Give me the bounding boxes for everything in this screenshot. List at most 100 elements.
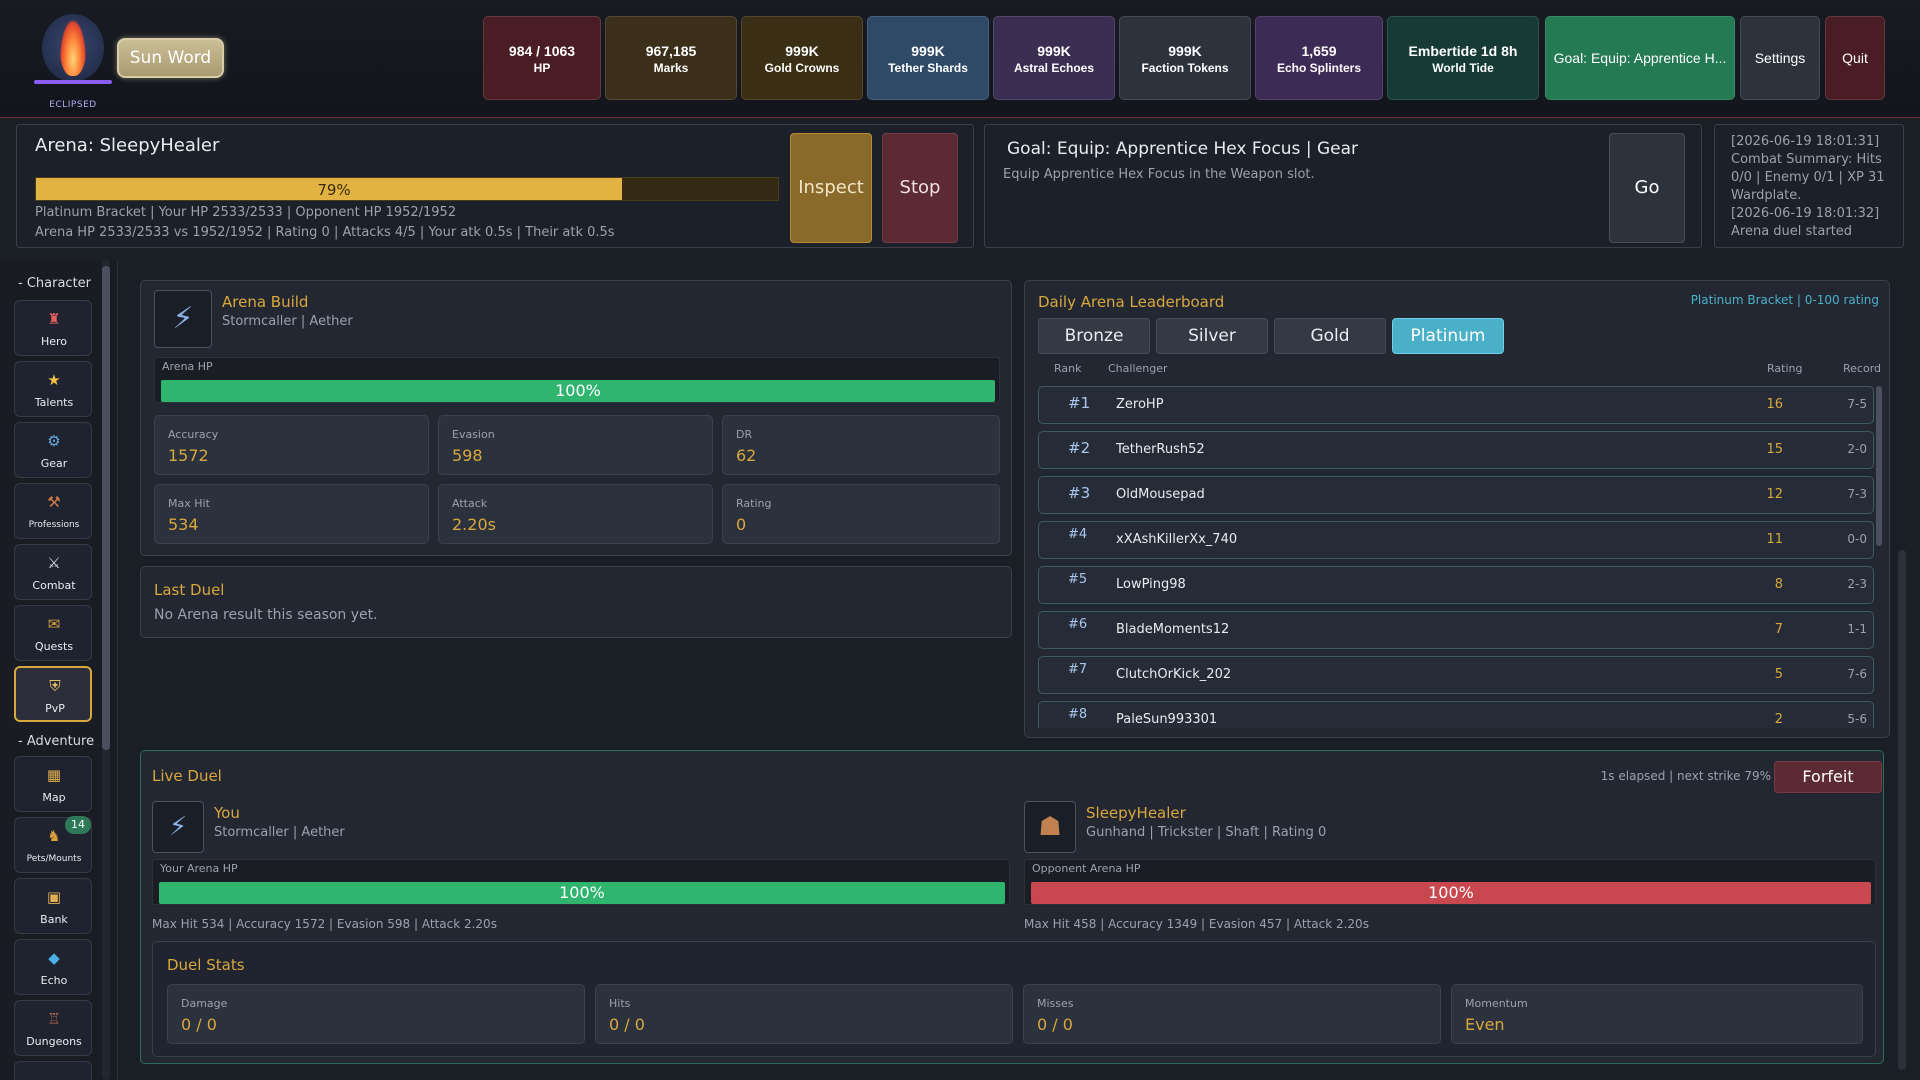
- arena-build-subtitle: Stormcaller | Aether: [222, 314, 353, 329]
- stat-label: World Tide: [1432, 61, 1494, 75]
- sidebar-item-label: Map: [42, 791, 66, 804]
- stormcaller-portrait-icon: ⚡: [154, 290, 212, 348]
- dungeons-icon: ♖: [47, 1010, 61, 1028]
- leaderboard-scroll-thumb[interactable]: [1876, 386, 1882, 546]
- quests-icon: ✉: [47, 615, 61, 633]
- stat-value: 1572: [168, 446, 209, 465]
- goal-button[interactable]: Goal: Equip: Apprentice H...: [1545, 16, 1735, 100]
- log-line: Arena duel started: [1731, 224, 1853, 239]
- sidebar-item-bank[interactable]: ▣ Bank: [14, 878, 92, 934]
- stat-value: 598: [452, 446, 483, 465]
- stat-label: Max Hit: [168, 497, 210, 510]
- sidebar-item-professions[interactable]: ⚒ Professions: [14, 483, 92, 539]
- stat-label: Momentum: [1465, 997, 1528, 1010]
- your-hp-box: Your Arena HP 100%: [152, 859, 1010, 905]
- tab-bronze[interactable]: Bronze: [1038, 318, 1150, 354]
- forfeit-button[interactable]: Forfeit: [1774, 761, 1882, 793]
- sidebar-scroll-thumb[interactable]: [102, 266, 110, 750]
- sidebar-item-dungeons[interactable]: ♖ Dungeons: [14, 1000, 92, 1056]
- stat-value: 62: [736, 446, 757, 465]
- logo-tag: ECLIPSED: [49, 100, 97, 110]
- sidebar-item-label: Dungeons: [26, 1035, 82, 1048]
- sidebar-item-talents[interactable]: ★ Talents: [14, 361, 92, 417]
- stat-faction-tokens: 999K Faction Tokens: [1119, 16, 1251, 100]
- combat-icon: ⚔: [47, 554, 61, 572]
- sidebar-item-label: PvP: [45, 702, 65, 715]
- opponent-hp-bar: 100%: [1031, 882, 1871, 904]
- bracket-info: Platinum Bracket | 0-100 rating: [1690, 293, 1879, 307]
- your-hp-bar: 100%: [159, 882, 1005, 904]
- stat-value: 984 / 1063: [508, 43, 576, 59]
- tab-platinum[interactable]: Platinum: [1392, 318, 1504, 354]
- stat-value: 1,659: [1301, 43, 1337, 59]
- your-stats-line: Max Hit 534 | Accuracy 1572 | Evasion 59…: [152, 917, 497, 931]
- opponent-name: SleepyHealer: [1086, 804, 1186, 822]
- stop-button[interactable]: Stop: [882, 133, 958, 243]
- arena-title: Arena: SleepyHealer: [35, 135, 220, 156]
- goal-description: Equip Apprentice Hex Focus in the Weapon…: [1003, 167, 1315, 182]
- log-line: [2026-06-19 18:01:31]: [1731, 134, 1880, 149]
- sidebar-item-gear[interactable]: ⚙ Gear: [14, 422, 92, 478]
- arena-detail-line: Arena HP 2533/2533 vs 1952/1952 | Rating…: [35, 225, 615, 240]
- duel-stat-damage: Damage 0 / 0: [167, 984, 585, 1044]
- tab-silver[interactable]: Silver: [1156, 318, 1268, 354]
- arena-hp-text: 100%: [555, 381, 601, 400]
- stat-value: 0 / 0: [1037, 1015, 1073, 1034]
- main-scrollbar-thumb[interactable]: [1898, 550, 1906, 1070]
- stat-label: Damage: [181, 997, 228, 1010]
- your-hp-text: 100%: [559, 883, 605, 902]
- stat-value: 0: [736, 515, 747, 534]
- log-line: Combat Summary: Hits: [1731, 152, 1882, 167]
- stat-world-tide: Embertide 1d 8h World Tide: [1387, 16, 1539, 100]
- opponent-hp-text: 100%: [1428, 883, 1474, 902]
- stat-value: Even: [1465, 1015, 1505, 1034]
- opponent-subtitle: Gunhand | Trickster | Shaft | Rating 0: [1086, 825, 1327, 840]
- last-duel-panel: Last Duel No Arena result this season ye…: [140, 566, 1012, 638]
- sidebar-item-quests[interactable]: ✉ Quests: [14, 605, 92, 661]
- arena-status-line: Platinum Bracket | Your HP 2533/2533 | O…: [35, 205, 457, 220]
- sun-word-button[interactable]: Sun Word: [117, 38, 224, 78]
- your-hp-label: Your Arena HP: [160, 862, 238, 875]
- sidebar-item-label: Quests: [34, 640, 74, 653]
- stat-echo-splinters: 1,659 Echo Splinters: [1255, 16, 1383, 100]
- leaderboard-title: Daily Arena Leaderboard: [1038, 293, 1225, 311]
- stat-label: Hits: [609, 997, 631, 1010]
- stat-label: Misses: [1037, 997, 1074, 1010]
- sidebar-item-label: Bank: [40, 913, 68, 926]
- stat-label: Rating: [736, 497, 772, 510]
- stat-value: Embertide 1d 8h: [1408, 43, 1518, 59]
- sidebar-item-hero[interactable]: ♜ Hero: [14, 300, 92, 356]
- sidebar-item-pvp[interactable]: ⛨ PvP: [14, 666, 92, 722]
- settings-button[interactable]: Settings: [1740, 16, 1820, 100]
- sidebar-item-echo[interactable]: ◆ Echo: [14, 939, 92, 995]
- go-button[interactable]: Go: [1609, 133, 1685, 243]
- goal-title: Goal: Equip: Apprentice Hex Focus | Gear: [1007, 139, 1358, 159]
- stat-hp: 984 / 1063 HP: [483, 16, 601, 100]
- combat-log: [2026-06-19 18:01:31] Combat Summary: Hi…: [1714, 124, 1904, 248]
- sidebar-header-character: - Character: [18, 276, 92, 291]
- hero-icon: ♜: [47, 310, 61, 328]
- sidebar-item-more[interactable]: [14, 1061, 92, 1080]
- column-record: Record: [1843, 362, 1882, 375]
- sidebar-item-combat[interactable]: ⚔ Combat: [14, 544, 92, 600]
- sidebar-item-map[interactable]: ▦ Map: [14, 756, 92, 812]
- quit-button[interactable]: Quit: [1825, 16, 1885, 100]
- opponent-portrait-icon: ☗: [1024, 801, 1076, 853]
- pets-icon: ♞: [47, 827, 61, 845]
- opponent-hp-label: Opponent Arena HP: [1032, 862, 1141, 875]
- arena-progress-bar: 79%: [35, 177, 779, 201]
- sidebar-item-pets-mounts[interactable]: ♞ Pets/Mounts 14: [14, 816, 92, 873]
- live-duel-title: Live Duel: [152, 767, 222, 785]
- pets-badge: 14: [65, 816, 91, 834]
- tab-gold[interactable]: Gold: [1274, 318, 1386, 354]
- inspect-button[interactable]: Inspect: [790, 133, 872, 243]
- pvp-icon: ⛨: [49, 677, 61, 695]
- stat-value: 967,185: [645, 43, 697, 59]
- stat-label: Tether Shards: [888, 61, 968, 75]
- stat-tether-shards: 999K Tether Shards: [867, 16, 989, 100]
- arena-hp-box: Arena HP 100%: [154, 357, 1000, 403]
- stat-max-hit: Max Hit 534: [154, 484, 429, 544]
- stat-dr: DR 62: [722, 415, 1000, 475]
- stat-value: 0 / 0: [609, 1015, 645, 1034]
- arena-hp-bar: 100%: [161, 380, 995, 402]
